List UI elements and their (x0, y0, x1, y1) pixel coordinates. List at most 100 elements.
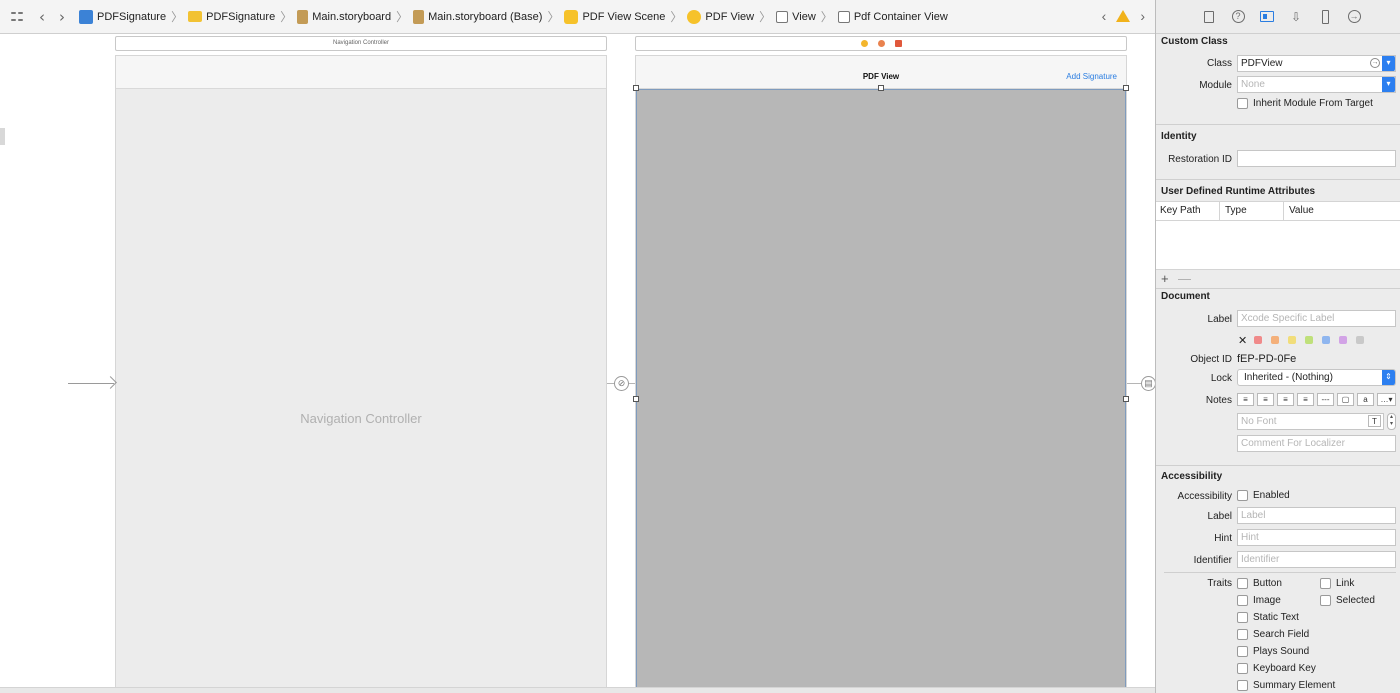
breadcrumb-item-storyboard-base[interactable]: Main.storyboard (Base) (413, 9, 542, 24)
initial-view-controller-arrow-icon[interactable] (68, 383, 114, 384)
breadcrumb-item-view-controller[interactable]: PDF View (687, 9, 754, 24)
chevron-right-icon: 〉 (547, 10, 560, 24)
forward-arrow-icon[interactable]: › (59, 8, 65, 26)
breadcrumb-item-storyboard[interactable]: Main.storyboard (297, 9, 392, 24)
align-right-icon[interactable]: ≡ (1277, 393, 1294, 406)
module-placeholder: None (1241, 79, 1265, 90)
trait-summary-element-checkbox[interactable] (1237, 680, 1248, 691)
align-justify-icon[interactable]: ≡ (1297, 393, 1314, 406)
align-center-icon[interactable]: ≡ (1257, 393, 1274, 406)
breadcrumb-label: Pdf Container View (853, 10, 948, 23)
column-value[interactable]: Value (1289, 205, 1314, 216)
nav-title: PDF View (862, 72, 900, 81)
document-icon (1204, 10, 1214, 23)
accessibility-enabled-checkbox[interactable] (1237, 490, 1248, 501)
more-options-icon[interactable]: …▾ (1377, 393, 1396, 406)
font-picker-icon[interactable]: T (1368, 415, 1381, 427)
column-type[interactable]: Type (1225, 205, 1247, 216)
trait-selected-checkbox[interactable] (1320, 595, 1331, 606)
resize-handle[interactable] (1123, 85, 1129, 91)
add-attribute-button[interactable]: + (1161, 271, 1169, 286)
breadcrumb-item-pdf-container-view[interactable]: Pdf Container View (837, 10, 948, 23)
font-field[interactable]: No Font T (1237, 413, 1384, 430)
breadcrumb-item-folder[interactable]: PDFSignature (188, 11, 275, 23)
breadcrumb-label: PDF View Scene (582, 10, 666, 23)
accessibility-hint-field[interactable]: Hint (1237, 529, 1396, 546)
label-color-swatch-blue[interactable] (1322, 336, 1330, 344)
breadcrumb-label: Main.storyboard (312, 10, 392, 23)
module-field[interactable]: None ▾ (1237, 76, 1396, 93)
chevron-updown-icon[interactable]: ⇕ (1382, 370, 1395, 385)
warning-icon[interactable] (1116, 10, 1131, 22)
lock-popup[interactable]: Inherited - (Nothing) ⇕ (1237, 369, 1396, 386)
back-arrow-icon[interactable]: ‹ (39, 8, 45, 26)
trait-link-checkbox[interactable] (1320, 578, 1331, 589)
localizer-comment-field[interactable]: Comment For Localizer (1237, 435, 1396, 452)
related-items-icon[interactable] (11, 11, 23, 23)
text-box-icon[interactable]: ▢ (1337, 393, 1354, 406)
restoration-id-field[interactable] (1237, 150, 1396, 167)
previous-issue-arrow-icon[interactable]: ‹ (1102, 8, 1107, 24)
label-color-swatch-purple[interactable] (1339, 336, 1347, 344)
resize-handle[interactable] (633, 396, 639, 402)
align-natural-icon[interactable]: --- (1317, 393, 1334, 406)
column-key-path[interactable]: Key Path (1160, 205, 1201, 216)
remove-attribute-button[interactable]: — (1178, 271, 1191, 286)
trait-image-checkbox[interactable] (1237, 595, 1248, 606)
runtime-attributes-table[interactable] (1156, 221, 1400, 270)
quick-help-tab[interactable]: ? (1229, 8, 1247, 26)
font-size-stepper[interactable]: ▴ ▾ (1387, 413, 1396, 430)
class-field[interactable]: PDFView → ▾ (1237, 55, 1396, 72)
breadcrumb-item-scene[interactable]: PDF View Scene (564, 9, 666, 24)
resize-handle[interactable] (633, 85, 639, 91)
accessibility-label-field[interactable]: Label (1237, 507, 1396, 524)
text-attachment-icon[interactable]: a (1357, 393, 1374, 406)
breadcrumb-item-project[interactable]: PDFSignature (79, 9, 166, 24)
accessibility-hint-label: Hint (1214, 533, 1232, 544)
label-color-swatch-yellow[interactable] (1288, 336, 1296, 344)
trait-keyboard-key-checkbox[interactable] (1237, 663, 1248, 674)
trait-plays-sound-checkbox[interactable] (1237, 646, 1248, 657)
chevron-down-icon[interactable]: ▾ (1382, 77, 1395, 92)
module-label: Module (1199, 80, 1232, 91)
document-label-field[interactable]: Xcode Specific Label (1237, 310, 1396, 327)
align-left-icon[interactable]: ≡ (1237, 393, 1254, 406)
view-controller-dock-icon[interactable] (860, 40, 868, 47)
file-inspector-tab[interactable] (1200, 8, 1218, 26)
resize-handle[interactable] (1123, 396, 1129, 402)
add-signature-button[interactable]: Add Signature (1066, 72, 1117, 81)
pdf-container-view[interactable] (636, 89, 1126, 693)
next-issue-arrow-icon[interactable]: › (1140, 8, 1145, 24)
breadcrumb-label: PDFSignature (206, 10, 276, 23)
label-color-swatch-orange[interactable] (1271, 336, 1279, 344)
chevron-down-icon[interactable]: ▾ (1382, 56, 1395, 71)
breadcrumb-item-view[interactable]: View (776, 10, 816, 23)
trait-static-text-checkbox[interactable] (1237, 612, 1248, 623)
object-id-value: fEP-PD-0Fe (1237, 353, 1297, 365)
first-responder-dock-icon[interactable] (877, 40, 885, 47)
pdf-view-scene[interactable]: PDF View Add Signature (635, 55, 1127, 693)
label-color-swatch-gray[interactable] (1356, 336, 1364, 344)
segue-relationship-icon[interactable]: ⊘ (614, 376, 629, 391)
segue-icon[interactable]: ▤ (1141, 376, 1155, 391)
trait-button-checkbox[interactable] (1237, 578, 1248, 589)
go-to-class-icon[interactable]: → (1370, 58, 1380, 68)
scene-dock-navigation-controller[interactable]: Navigation Controller (115, 36, 607, 51)
label-color-swatch-green[interactable] (1305, 336, 1313, 344)
navigation-controller-scene[interactable]: Navigation Controller (115, 55, 607, 693)
label-color-swatch-red[interactable] (1254, 336, 1262, 344)
trait-search-field-checkbox[interactable] (1237, 629, 1248, 640)
size-inspector-tab[interactable] (1316, 8, 1334, 26)
storyboard-canvas[interactable]: Navigation Controller Navigation Control… (0, 35, 1155, 693)
trait-static-text-label: Static Text (1253, 612, 1299, 623)
exit-dock-icon[interactable] (894, 40, 902, 47)
clear-label-color-icon[interactable]: ✕ (1238, 334, 1247, 347)
connections-inspector-tab[interactable]: → (1345, 8, 1363, 26)
identity-inspector-tab[interactable] (1258, 8, 1276, 26)
attributes-inspector-tab[interactable]: ⇩ (1287, 8, 1305, 26)
navigation-controller-body: Navigation Controller (116, 89, 606, 693)
inherit-module-checkbox[interactable] (1237, 98, 1248, 109)
accessibility-identifier-field[interactable]: Identifier (1237, 551, 1396, 568)
resize-handle[interactable] (878, 85, 884, 91)
scene-dock-pdf-view[interactable] (635, 36, 1127, 51)
